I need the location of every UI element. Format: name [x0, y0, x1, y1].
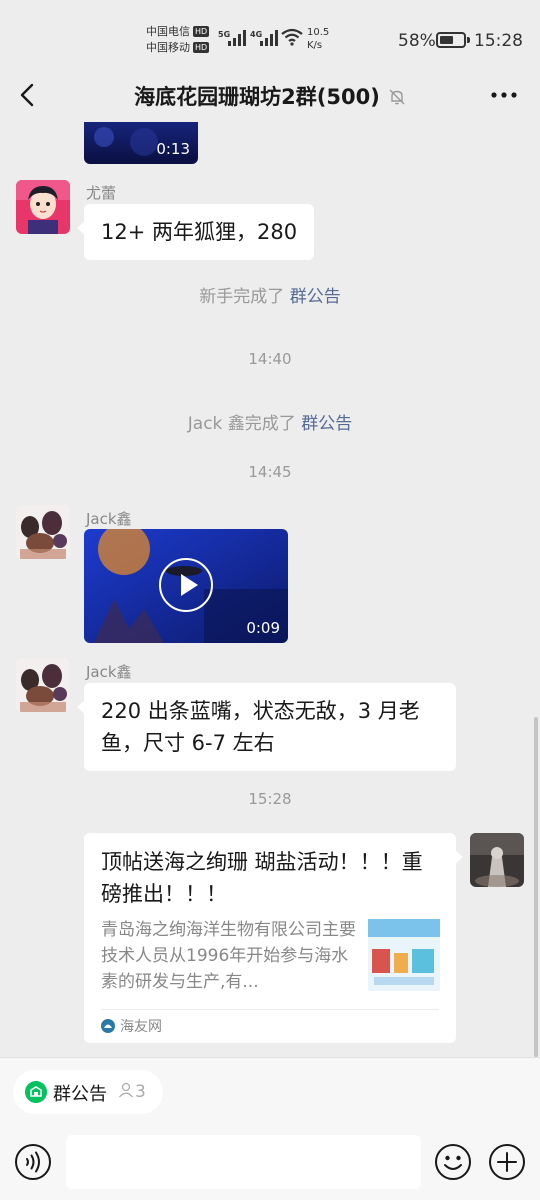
scrollbar[interactable]: [534, 717, 538, 1057]
timestamp: 14:45: [248, 463, 292, 481]
message-bubble[interactable]: 12+ 两年狐狸，280: [76, 204, 315, 260]
link-card[interactable]: 顶帖送海之绚珊 瑚盐活动！！！重磅推出！！！ 青岛海之绚海洋生物有限公司主要技术…: [84, 833, 463, 1043]
carrier-1: 中国电信: [146, 25, 190, 38]
emoji-icon[interactable]: [434, 1143, 472, 1181]
avatar[interactable]: [16, 505, 70, 559]
avatar[interactable]: [16, 658, 70, 712]
back-icon[interactable]: [14, 80, 44, 110]
message-bubble[interactable]: 220 出条蓝嘴，状态无敌，3 月老鱼，尺寸 6-7 左右: [77, 683, 456, 771]
timestamp: 15:28: [248, 790, 292, 808]
link-card-source: 海友网: [101, 1016, 162, 1036]
video-message[interactable]: 0:13: [84, 122, 198, 164]
system-message: Jack 鑫完成了 群公告: [187, 414, 353, 434]
link-card-thumbnail: [368, 919, 440, 991]
signal-5g-icon: 5G: [218, 30, 246, 46]
voice-icon[interactable]: [14, 1143, 52, 1181]
more-icon[interactable]: [488, 80, 520, 110]
wifi-icon: [281, 28, 303, 46]
network-speed: 10.5 K/s: [307, 27, 330, 51]
hd-badge: HD: [193, 26, 210, 37]
status-bar: 中国电信 HD 中国移动 HD 5G 4G 10.5 K/s 58% 15:28: [0, 0, 540, 70]
chat-title: 海底花园珊瑚坊2群(500): [100, 81, 440, 111]
group-notice-link[interactable]: 群公告: [301, 414, 352, 434]
chat-header: 海底花园珊瑚坊2群(500): [0, 70, 540, 122]
source-icon: [101, 1019, 115, 1033]
timestamp: 14:40: [248, 350, 292, 368]
sender-name: Jack鑫: [86, 510, 132, 528]
input-bar: [0, 1125, 540, 1200]
video-message[interactable]: 0:09: [84, 529, 288, 643]
video-duration: 0:09: [246, 619, 280, 637]
sender-name: Jack鑫: [86, 663, 132, 681]
avatar[interactable]: [16, 180, 70, 234]
mute-icon: [389, 89, 405, 105]
group-notice-link[interactable]: 群公告: [290, 287, 341, 307]
status-time: 15:28: [474, 31, 523, 51]
battery-percent: 58%: [398, 31, 436, 51]
link-card-title: 顶帖送海之绚珊 瑚盐活动！！！重磅推出！！！: [101, 850, 423, 906]
carrier-2: 中国移动: [146, 41, 190, 54]
group-notice-bar: 群公告 3: [0, 1057, 540, 1125]
group-notice-label: 群公告: [53, 1084, 107, 1105]
avatar[interactable]: [470, 833, 524, 887]
person-icon: [119, 1082, 133, 1098]
signal-4g-icon: 4G: [250, 30, 278, 46]
plus-icon[interactable]: [488, 1143, 526, 1181]
group-notice-button[interactable]: 群公告 3: [13, 1070, 163, 1114]
system-message: 新手完成了 群公告: [199, 287, 341, 307]
member-count: 3: [117, 1081, 146, 1102]
battery-icon: [436, 32, 470, 48]
hd-badge: HD: [193, 42, 210, 53]
group-notice-icon: [25, 1081, 47, 1103]
link-card-description: 青岛海之绚海洋生物有限公司主要技术人员从1996年开始参与海水素的研发与生产,有…: [101, 920, 356, 992]
message-input[interactable]: [66, 1135, 421, 1189]
sender-name: 尤蕾: [86, 184, 117, 202]
chat-messages[interactable]: 0:13 尤蕾 12+ 两年狐狸，280 新手完成了 群公告 14:40 Jac…: [0, 122, 540, 1057]
play-icon[interactable]: [159, 558, 213, 612]
video-duration: 0:13: [156, 140, 190, 158]
divider: [101, 1009, 439, 1010]
carrier-info: 中国电信 HD 中国移动 HD: [146, 24, 210, 56]
